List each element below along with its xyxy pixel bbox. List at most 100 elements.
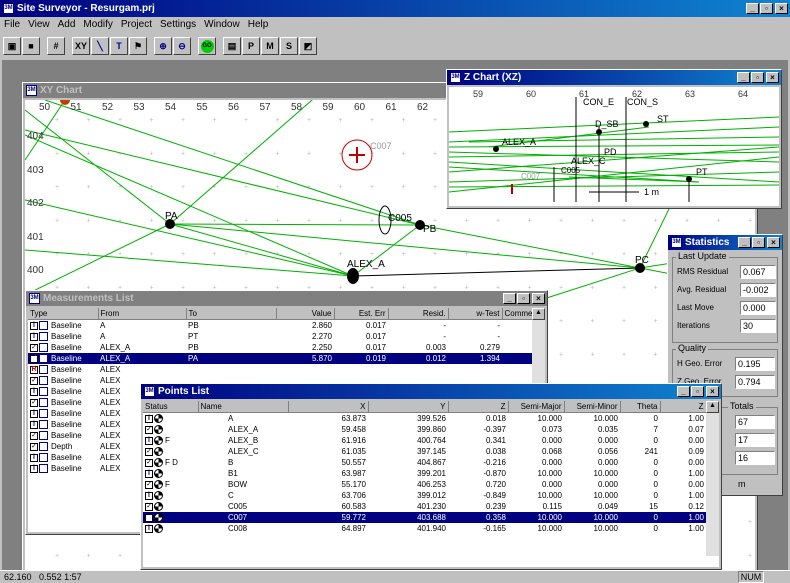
status-checkbox[interactable]: ✓ bbox=[145, 425, 153, 434]
scroll-up-icon[interactable]: ▲ bbox=[706, 401, 719, 413]
column-header[interactable]: Name bbox=[198, 401, 289, 413]
status-checkbox[interactable]: ✓ bbox=[145, 458, 153, 467]
maximize-button[interactable]: ▫ bbox=[691, 386, 704, 397]
minimize-button[interactable]: _ bbox=[677, 386, 690, 397]
table-row[interactable]: ✓ ALEX_C 61.035 397.145 0.038 0.068 0.056 241 0.… bbox=[143, 446, 706, 457]
status-checkbox[interactable]: ✓ bbox=[30, 442, 38, 451]
table-row[interactable]: ✓ Baseline ALEX_A PA 5.870 0.019 0.012 1.394 bbox=[28, 353, 532, 364]
point-alex-a[interactable] bbox=[347, 268, 359, 284]
zoom-out-icon[interactable]: ⊖ bbox=[173, 37, 191, 55]
m-tool-button[interactable]: M bbox=[261, 37, 279, 55]
menu-modify[interactable]: Modify bbox=[83, 19, 112, 33]
maximize-button[interactable]: ▫ bbox=[760, 3, 773, 14]
status-checkbox[interactable]: i bbox=[30, 453, 38, 462]
status-checkbox[interactable]: i bbox=[30, 464, 38, 473]
status-checkbox[interactable]: ✓ bbox=[30, 431, 38, 440]
menu-settings[interactable]: Settings bbox=[160, 19, 196, 33]
points-scrollbar[interactable]: ▲ bbox=[706, 401, 719, 556]
menu-add[interactable]: Add bbox=[58, 19, 76, 33]
tee-icon[interactable]: T bbox=[110, 37, 128, 55]
scroll-up-icon[interactable]: ▲ bbox=[532, 308, 545, 320]
open-icon[interactable]: ▣ bbox=[3, 37, 21, 55]
table-row[interactable]: ✓ F BOW 55.170 406.253 0.720 0.000 0.000 0 0.00 bbox=[143, 479, 706, 490]
table-row[interactable]: i C 63.706 399.012 -0.849 10.000 10.000 0 1.00 bbox=[143, 490, 706, 501]
maximize-button[interactable]: ▫ bbox=[752, 237, 765, 248]
status-checkbox[interactable]: i bbox=[145, 414, 153, 423]
close-button[interactable]: × bbox=[766, 72, 779, 83]
line-icon[interactable]: ╲ bbox=[91, 37, 109, 55]
point-b[interactable] bbox=[60, 100, 70, 105]
p-tool-button[interactable]: P bbox=[242, 37, 260, 55]
maximize-button[interactable]: ▫ bbox=[751, 72, 764, 83]
minimize-button[interactable]: _ bbox=[503, 293, 516, 304]
status-checkbox[interactable]: i bbox=[30, 321, 38, 330]
column-header[interactable]: Z bbox=[448, 401, 509, 413]
column-header[interactable]: Y bbox=[368, 401, 449, 413]
minimize-button[interactable]: _ bbox=[737, 72, 750, 83]
table-row[interactable]: ✓ Baseline ALEX_A PB 2.250 0.017 0.003 0.279 bbox=[28, 342, 532, 353]
status-checkbox[interactable]: i bbox=[30, 332, 38, 341]
menu-project[interactable]: Project bbox=[121, 19, 152, 33]
status-checkbox[interactable]: ✓ bbox=[145, 502, 153, 511]
column-header[interactable]: Z bbox=[660, 401, 707, 413]
table-row[interactable]: i C008 64.897 401.940 -0.165 10.000 10.000 0 1.0… bbox=[143, 523, 706, 534]
z-chart-canvas[interactable]: 1 m 59 60 61 62 63 64 CON_E CON_S D_SB ST ALE… bbox=[449, 87, 779, 206]
status-checkbox[interactable]: i bbox=[145, 469, 153, 478]
column-header[interactable]: Est. Err bbox=[334, 308, 389, 320]
menu-window[interactable]: Window bbox=[204, 19, 240, 33]
close-button[interactable]: × bbox=[767, 237, 780, 248]
column-header[interactable]: Comme bbox=[502, 308, 533, 320]
table-row[interactable]: i A 63.873 399.526 0.018 10.000 10.000 0 1.00 bbox=[143, 413, 706, 425]
save-icon[interactable]: ■ bbox=[22, 37, 40, 55]
status-checkbox[interactable]: i bbox=[145, 436, 153, 445]
graph-icon[interactable]: ◩ bbox=[299, 37, 317, 55]
status-checkbox[interactable]: i bbox=[145, 524, 153, 533]
status-checkbox[interactable]: ✓ bbox=[30, 354, 38, 363]
status-checkbox[interactable]: i bbox=[30, 387, 38, 396]
table-row[interactable]: i B1 63.987 399.201 -0.870 10.000 10.000 0 1.00 bbox=[143, 468, 706, 479]
status-checkbox[interactable]: ✓ bbox=[145, 447, 153, 456]
flag-icon[interactable]: ⚑ bbox=[129, 37, 147, 55]
table-row[interactable]: i F ALEX_B 61.916 400.764 0.341 0.000 0.000 0 0.0… bbox=[143, 435, 706, 446]
close-button[interactable]: × bbox=[532, 293, 545, 304]
close-button[interactable]: × bbox=[775, 3, 788, 14]
s-tool-button[interactable]: S bbox=[280, 37, 298, 55]
go-button[interactable]: GO bbox=[198, 37, 216, 55]
column-header[interactable]: Status bbox=[143, 401, 199, 413]
table-row[interactable]: i Baseline A PB 2.860 0.017 - - bbox=[28, 320, 532, 332]
status-checkbox[interactable]: R bbox=[30, 365, 38, 374]
status-checkbox[interactable]: ✓ bbox=[30, 398, 38, 407]
status-checkbox[interactable]: ✓ bbox=[30, 376, 38, 385]
column-header[interactable]: Value bbox=[276, 308, 335, 320]
table-row[interactable]: ✓ C005 60.583 401.230 0.239 0.115 0.049 15 0.12 bbox=[143, 501, 706, 512]
column-header[interactable]: Theta bbox=[620, 401, 661, 413]
chart-icon[interactable]: ▤ bbox=[223, 37, 241, 55]
column-header[interactable]: Semi-Minor bbox=[564, 401, 621, 413]
zoom-in-icon[interactable]: ⊕ bbox=[154, 37, 172, 55]
status-checkbox[interactable]: × bbox=[145, 513, 153, 522]
table-row[interactable]: ✓ F D B 50.557 404.867 -0.216 0.000 0.000 0 0.00 bbox=[143, 457, 706, 468]
grid-icon[interactable]: # bbox=[47, 37, 65, 55]
menu-help[interactable]: Help bbox=[248, 19, 269, 33]
table-row[interactable]: R Baseline ALEX bbox=[28, 364, 532, 375]
menu-file[interactable]: File bbox=[4, 19, 20, 33]
column-header[interactable]: Type bbox=[28, 308, 99, 320]
table-row[interactable]: ✓ ALEX_A 59.458 399.860 -0.397 0.073 0.035 7 0.0… bbox=[143, 424, 706, 435]
column-header[interactable]: X bbox=[288, 401, 369, 413]
xy-tool-button[interactable]: XY bbox=[72, 37, 90, 55]
column-header[interactable]: To bbox=[186, 308, 277, 320]
status-checkbox[interactable]: i bbox=[30, 420, 38, 429]
status-checkbox[interactable]: ✓ bbox=[145, 480, 153, 489]
menu-view[interactable]: View bbox=[28, 19, 50, 33]
column-header[interactable]: Semi-Major bbox=[508, 401, 565, 413]
minimize-button[interactable]: _ bbox=[746, 3, 759, 14]
close-button[interactable]: × bbox=[706, 386, 719, 397]
column-header[interactable]: w-Test bbox=[448, 308, 503, 320]
table-row[interactable]: i Baseline A PT 2.270 0.017 - - bbox=[28, 331, 532, 342]
status-checkbox[interactable]: ✓ bbox=[30, 343, 38, 352]
status-checkbox[interactable]: i bbox=[30, 409, 38, 418]
column-header[interactable]: From bbox=[98, 308, 187, 320]
table-row[interactable]: × C007 59.772 403.688 0.358 10.000 10.000 0 1.00 bbox=[143, 512, 706, 523]
column-header[interactable]: Resid. bbox=[388, 308, 449, 320]
minimize-button[interactable]: _ bbox=[738, 237, 751, 248]
